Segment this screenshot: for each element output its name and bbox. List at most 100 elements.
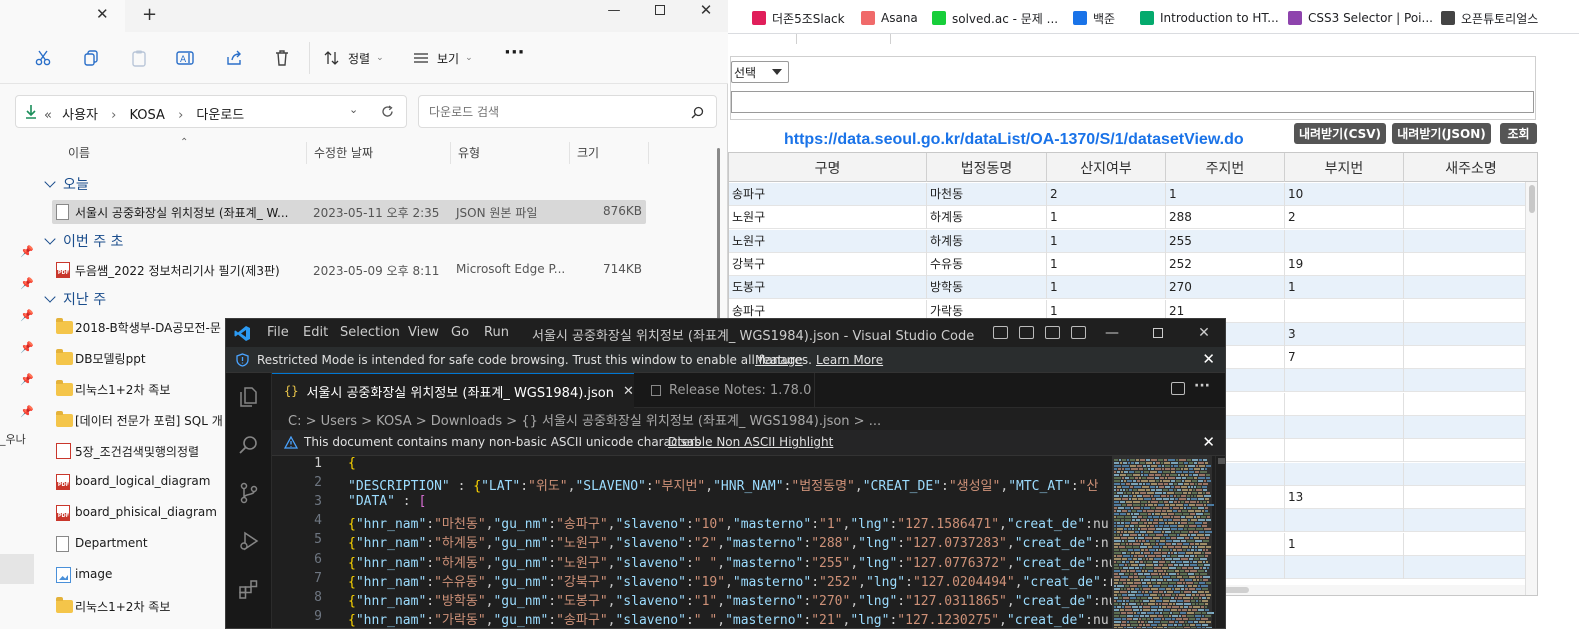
minimap-slider[interactable] xyxy=(1112,456,1212,628)
bookmark-item[interactable]: 더존5조Slack xyxy=(752,9,845,27)
pin-icon[interactable]: 📌 xyxy=(20,277,34,290)
grid-row[interactable]: 강북구 수유동 1 252 19 xyxy=(729,252,1525,276)
maximize-button[interactable] xyxy=(1138,321,1178,345)
minimize-button[interactable]: — xyxy=(591,0,637,20)
grid-row[interactable]: 도봉구 방학동 1 270 1 xyxy=(729,276,1525,300)
query-button[interactable]: 조회 xyxy=(1500,123,1537,144)
editor-vertical-scrollbar[interactable] xyxy=(1215,456,1225,628)
column-name[interactable]: 이름 xyxy=(68,144,90,161)
sort-button[interactable]: 정렬 ⌄ xyxy=(323,46,384,70)
breadcrumb-item[interactable]: 다운로드 xyxy=(196,108,244,123)
grid-column-header[interactable]: 부지번 xyxy=(1285,153,1404,182)
search-icon[interactable] xyxy=(237,433,261,457)
disable-highlight-link[interactable]: Disable Non ASCII Highlight xyxy=(668,435,833,449)
bookmark-item[interactable]: 오픈튜토리얼스 xyxy=(1441,9,1538,27)
toggle-panel-icon[interactable] xyxy=(1019,326,1034,339)
bookmark-item[interactable]: CSS3 Selector | Poi... xyxy=(1288,9,1433,27)
manage-link[interactable]: Manage xyxy=(755,353,803,367)
pin-icon[interactable]: 📌 xyxy=(20,309,34,322)
pin-icon[interactable]: 📌 xyxy=(20,245,34,258)
code-line[interactable]: 7 {"hnr_nam":"수유동","gu_nm":"강북구","slaveno… xyxy=(272,571,1112,590)
paste-icon[interactable] xyxy=(127,46,151,70)
close-icon[interactable]: ✕ xyxy=(623,384,634,399)
search-input[interactable] xyxy=(429,103,679,121)
new-tab-plus-icon[interactable]: + xyxy=(142,4,157,25)
code-line[interactable]: 6 {"hnr_nam":"하계동","gu_nm":"노원구","slaveno… xyxy=(272,552,1112,571)
close-window-button[interactable]: ✕ xyxy=(1184,321,1224,345)
explorer-files-icon[interactable] xyxy=(237,385,261,409)
view-button[interactable]: 보기 ⌄ xyxy=(412,46,473,70)
download-json-button[interactable]: 내려받기(JSON) xyxy=(1392,123,1491,144)
explorer-tab[interactable]: ✕ xyxy=(0,0,125,32)
bookmark-item[interactable]: Asana xyxy=(861,9,918,27)
column-type[interactable]: 유형 xyxy=(458,144,480,161)
bookmark-item[interactable]: solved.ac - 문제 ... xyxy=(932,9,1058,27)
minimap[interactable] xyxy=(1112,456,1225,628)
menu-edit[interactable]: Edit xyxy=(303,325,328,340)
close-window-button[interactable]: ✕ xyxy=(683,0,729,20)
code-line[interactable]: 8 {"hnr_nam":"방학동","gu_nm":"도봉구","slaveno… xyxy=(272,590,1112,609)
menu-view[interactable]: View xyxy=(408,325,439,340)
filter-select[interactable]: 선택 xyxy=(731,61,789,83)
filter-input[interactable] xyxy=(731,91,1534,113)
menu-run[interactable]: Run xyxy=(484,325,509,340)
column-size[interactable]: 크기 xyxy=(577,144,599,161)
column-divider[interactable] xyxy=(450,142,451,164)
split-editor-icon[interactable] xyxy=(1171,382,1185,395)
grid-row[interactable]: 노원구 하계동 1 288 2 xyxy=(729,206,1525,230)
maximize-button[interactable] xyxy=(637,0,683,20)
file-row[interactable]: 두음쌤_2022 정보처리기사 필기(제3판) 2023-05-09 오후 8:… xyxy=(52,258,646,282)
group-last-week[interactable]: 지난 주 xyxy=(44,289,106,309)
grid-column-header[interactable]: 법정동명 xyxy=(927,153,1047,182)
menu-file[interactable]: File xyxy=(267,325,289,340)
copy-icon[interactable] xyxy=(79,46,103,70)
tab-json-file[interactable]: {} 서울시 공중화장실 위치정보 (좌표계_ WGS1984).json ✕ xyxy=(272,373,634,408)
learn-more-link[interactable]: Learn More xyxy=(816,353,883,367)
close-icon[interactable]: ✕ xyxy=(96,5,109,23)
dataset-url-link[interactable]: https://data.seoul.go.kr/dataList/OA-137… xyxy=(784,131,1244,149)
toggle-secondary-sidebar-icon[interactable] xyxy=(1045,326,1060,339)
close-icon[interactable]: ✕ xyxy=(1202,433,1215,451)
menu-selection[interactable]: Selection xyxy=(340,325,400,340)
more-options-icon[interactable]: ··· xyxy=(504,40,525,64)
breadcrumb-item[interactable]: KOSA xyxy=(129,108,164,123)
pin-icon[interactable]: 📌 xyxy=(20,373,34,386)
address-bar[interactable]: « 사용자 › KOSA › 다운로드 ⌄ xyxy=(15,95,407,128)
menu-go[interactable]: Go xyxy=(451,325,469,340)
code-line[interactable]: 9 {"hnr_nam":"가락동","gu_nm":"송파구","slaveno… xyxy=(272,609,1112,628)
nav-pane-selected-item[interactable] xyxy=(0,554,34,584)
column-divider[interactable] xyxy=(648,142,649,164)
nav-pane-item-label[interactable]: _우나 xyxy=(0,431,26,447)
grid-row[interactable]: 노원구 하계동 1 255 xyxy=(729,229,1525,253)
search-icon[interactable] xyxy=(691,106,704,119)
overflow-chevron-icon[interactable]: « xyxy=(44,108,52,123)
run-debug-icon[interactable] xyxy=(237,529,261,553)
share-icon[interactable] xyxy=(222,46,246,70)
code-line[interactable]: 4 {"hnr_nam":"마천동","gu_nm":"송파구","slaveno… xyxy=(272,513,1112,532)
group-this-week[interactable]: 이번 주 초 xyxy=(44,231,123,251)
grid-vertical-scrollbar[interactable] xyxy=(1525,182,1537,595)
bookmark-item[interactable]: Introduction to HT... xyxy=(1140,9,1279,27)
file-row[interactable]: 서울시 공중화장실 위치정보 (좌표계_ W... 2023-05-11 오후 … xyxy=(52,200,646,224)
pin-icon[interactable]: 📌 xyxy=(20,341,34,354)
breadcrumb-item[interactable]: 사용자 xyxy=(62,108,98,123)
code-line[interactable]: 2 "DESCRIPTION" : {"LAT":"위도","SLAVENO":"… xyxy=(272,475,1112,494)
tab-release-notes[interactable]: Release Notes: 1.78.0 xyxy=(635,373,815,408)
column-date[interactable]: 수정한 날짜 xyxy=(314,144,373,161)
more-actions-icon[interactable]: ··· xyxy=(1194,378,1210,394)
bookmark-item[interactable]: 백준 xyxy=(1073,9,1115,27)
column-divider[interactable] xyxy=(569,142,570,164)
grid-column-header[interactable]: 구명 xyxy=(729,153,927,182)
cut-icon[interactable] xyxy=(31,46,55,70)
rename-icon[interactable]: A xyxy=(174,46,198,70)
grid-column-header[interactable]: 새주소명 xyxy=(1404,153,1537,182)
toggle-sidebar-icon[interactable] xyxy=(993,326,1008,339)
group-today[interactable]: 오늘 xyxy=(44,174,89,194)
grid-row[interactable]: 송파구 마천동 2 1 10 xyxy=(729,183,1525,206)
code-line[interactable]: 3 "DATA" : [ xyxy=(272,494,1112,513)
column-divider[interactable] xyxy=(306,142,307,164)
code-line[interactable]: 5 {"hnr_nam":"하계동","gu_nm":"노원구","slaveno… xyxy=(272,532,1112,551)
breadcrumb-path[interactable]: C: > Users > KOSA > Downloads > {} 서울시 공… xyxy=(288,410,881,429)
scroll-thumb[interactable] xyxy=(1218,458,1225,464)
pin-icon[interactable]: 📌 xyxy=(20,405,34,418)
